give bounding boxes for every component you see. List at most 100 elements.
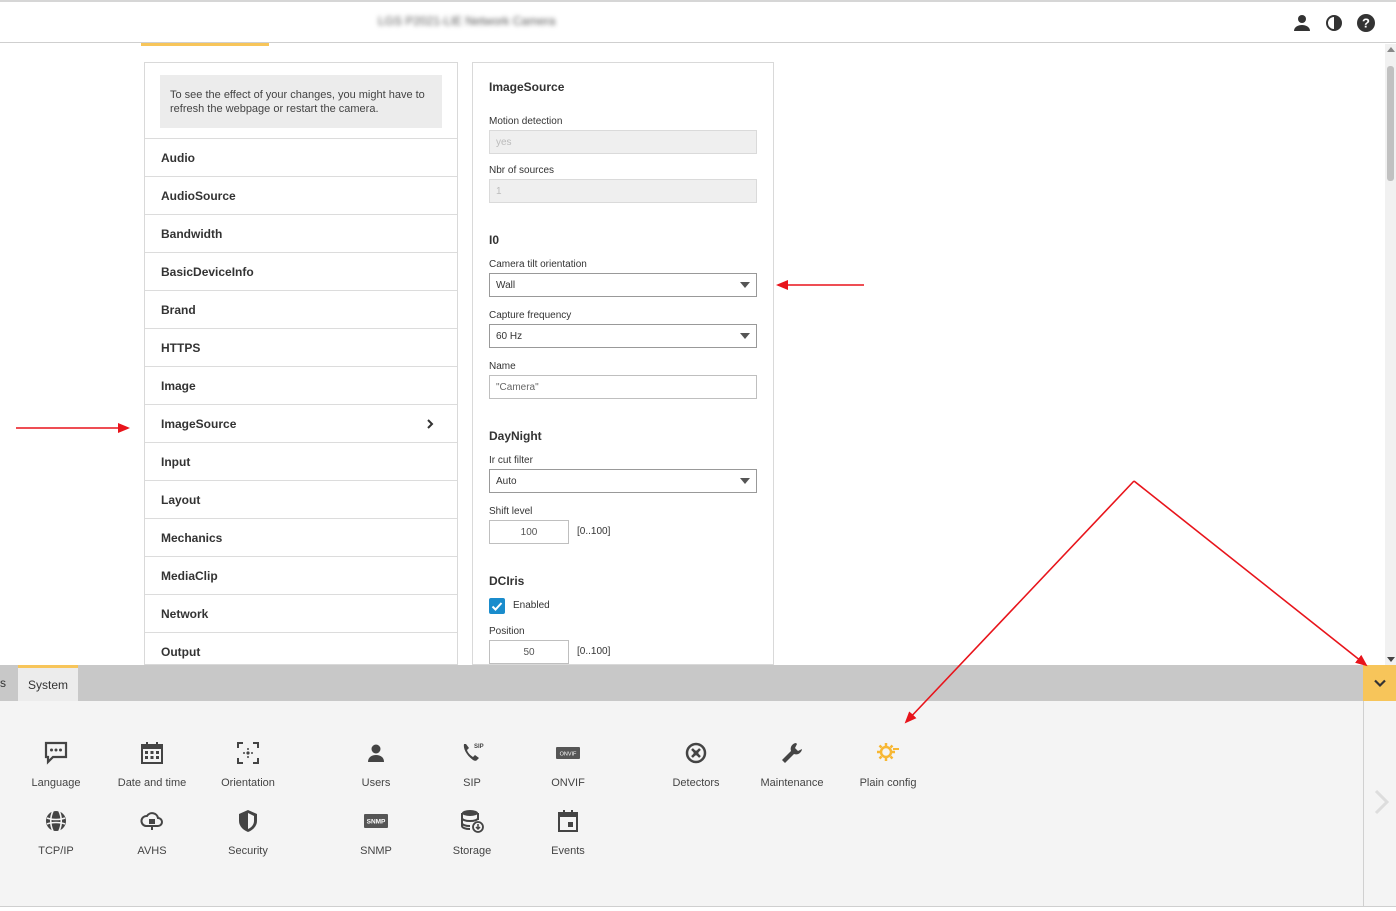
name-label: Name <box>489 361 516 372</box>
onvif-logo-icon: ONVIF <box>556 747 580 759</box>
scrollbar-thumb[interactable] <box>1387 66 1394 181</box>
section-title-i0: I0 <box>489 233 500 247</box>
list-item-network[interactable]: Network <box>145 594 457 632</box>
list-item-label: ImageSource <box>161 416 237 431</box>
position-value: 50 <box>523 646 535 658</box>
tilt-value: Wall <box>496 279 516 291</box>
list-item-basicdeviceinfo[interactable]: BasicDeviceInfo <box>145 252 457 290</box>
user-icon <box>368 744 384 762</box>
tool-users[interactable]: Users <box>328 740 424 789</box>
ircut-select[interactable]: Auto <box>489 469 757 493</box>
device-title: LGS P2021-LIE Network Camera <box>378 14 556 28</box>
tool-label: Users <box>361 777 391 789</box>
tool-language[interactable]: Language <box>8 740 104 789</box>
tool-label: TCP/IP <box>38 845 74 857</box>
tool-plain-config[interactable]: Plain config <box>840 740 936 789</box>
motion-detection-field: yes <box>489 130 757 154</box>
tool-tcpip[interactable]: TCP/IP <box>8 808 104 857</box>
list-item-imagesource[interactable]: ImageSource <box>145 404 457 442</box>
tool-date-time[interactable]: Date and time <box>104 740 200 789</box>
name-input[interactable]: "Camera" <box>489 375 757 399</box>
event-calendar-icon <box>558 810 578 832</box>
tools-pager <box>1363 701 1396 906</box>
nbr-sources-value: 1 <box>496 185 502 197</box>
checkmark-icon <box>491 602 503 611</box>
tool-security[interactable]: Security <box>200 808 296 857</box>
svg-text:ONVIF: ONVIF <box>560 752 577 758</box>
shift-level-range: [0..100] <box>577 526 611 537</box>
position-label: Position <box>489 626 525 637</box>
list-item-label: Input <box>161 454 191 469</box>
tool-label: SNMP <box>360 845 392 857</box>
scroll-up-arrow-icon[interactable] <box>1387 47 1395 52</box>
list-item-audio[interactable]: Audio <box>145 138 457 176</box>
list-item-output[interactable]: Output <box>145 632 457 664</box>
list-item-image[interactable]: Image <box>145 366 457 404</box>
tool-maintenance[interactable]: Maintenance <box>744 740 840 789</box>
tool-label: Date and time <box>117 777 187 789</box>
list-item-audiosource[interactable]: AudioSource <box>145 176 457 214</box>
tilt-label: Camera tilt orientation <box>489 259 587 270</box>
shift-level-label: Shift level <box>489 506 533 517</box>
top-icons: ? <box>1292 13 1376 33</box>
svg-text:SNMP: SNMP <box>367 819 386 826</box>
list-item-layout[interactable]: Layout <box>145 480 457 518</box>
tool-events[interactable]: Events <box>520 808 616 857</box>
tool-snmp[interactable]: SNMP SNMP <box>328 808 424 857</box>
tool-label: Orientation <box>221 777 275 789</box>
tab-previous[interactable]: s <box>0 665 17 701</box>
list-item-mediaclip[interactable]: MediaClip <box>145 556 457 594</box>
chevron-right-icon <box>423 417 437 431</box>
imagesource-form: ImageSource Motion detection yes Nbr of … <box>472 62 774 665</box>
contrast-icon[interactable] <box>1324 13 1344 33</box>
position-input[interactable]: 50 <box>489 640 569 664</box>
scroll-down-arrow-icon[interactable] <box>1387 657 1395 662</box>
motion-detection-label: Motion detection <box>489 116 563 127</box>
list-item-mechanics[interactable]: Mechanics <box>145 518 457 556</box>
collapse-panel-button[interactable] <box>1363 665 1396 701</box>
tilt-select[interactable]: Wall <box>489 273 757 297</box>
list-item-label: MediaClip <box>161 568 218 583</box>
shift-level-value: 100 <box>520 526 538 538</box>
detector-icon <box>685 742 707 764</box>
list-item-input[interactable]: Input <box>145 442 457 480</box>
config-group-list: To see the effect of your changes, you m… <box>144 62 458 665</box>
tool-storage[interactable]: Storage <box>424 808 520 857</box>
list-item-brand[interactable]: Brand <box>145 290 457 328</box>
wrench-icon <box>782 743 802 763</box>
tool-orientation[interactable]: Orientation <box>200 740 296 789</box>
shift-level-input[interactable]: 100 <box>489 520 569 544</box>
list-item-label: Layout <box>161 492 201 507</box>
bottom-edge <box>0 906 1396 911</box>
chevron-right-icon[interactable] <box>1370 787 1392 817</box>
svg-text:?: ? <box>1362 16 1370 31</box>
tab-system[interactable]: System <box>18 665 78 701</box>
tool-onvif[interactable]: ONVIF ONVIF <box>520 740 616 789</box>
speech-bubble-icon <box>44 741 68 765</box>
chevron-down-icon <box>1373 679 1386 688</box>
tool-sip[interactable]: SIP SIP <box>424 740 520 789</box>
motion-detection-value: yes <box>496 136 512 148</box>
list-item-https[interactable]: HTTPS <box>145 328 457 366</box>
nbr-sources-label: Nbr of sources <box>489 165 555 176</box>
capture-frequency-select[interactable]: 60 Hz <box>489 324 757 348</box>
list-item-label: HTTPS <box>161 340 201 355</box>
enabled-checkbox[interactable] <box>489 598 505 614</box>
page-scrollbar[interactable] <box>1385 44 1396 665</box>
tool-label: Security <box>228 845 268 857</box>
enabled-label: Enabled <box>513 600 550 611</box>
ircut-label: Ir cut filter <box>489 455 533 466</box>
list-item-label: Brand <box>161 302 196 317</box>
section-title-imagesource: ImageSource <box>489 80 565 94</box>
tool-avhs[interactable]: AVHS <box>104 808 200 857</box>
position-range: [0..100] <box>577 646 611 657</box>
tab-system-label: System <box>27 677 68 692</box>
list-item-bandwidth[interactable]: Bandwidth <box>145 214 457 252</box>
name-value: "Camera" <box>496 381 539 393</box>
user-icon[interactable] <box>1292 13 1312 33</box>
tool-detectors[interactable]: Detectors <box>648 740 744 789</box>
svg-text:SIP: SIP <box>474 744 484 750</box>
arrow-to-collapse-button <box>1133 480 1368 667</box>
list-item-label: Mechanics <box>161 530 223 545</box>
help-icon[interactable]: ? <box>1356 13 1376 33</box>
